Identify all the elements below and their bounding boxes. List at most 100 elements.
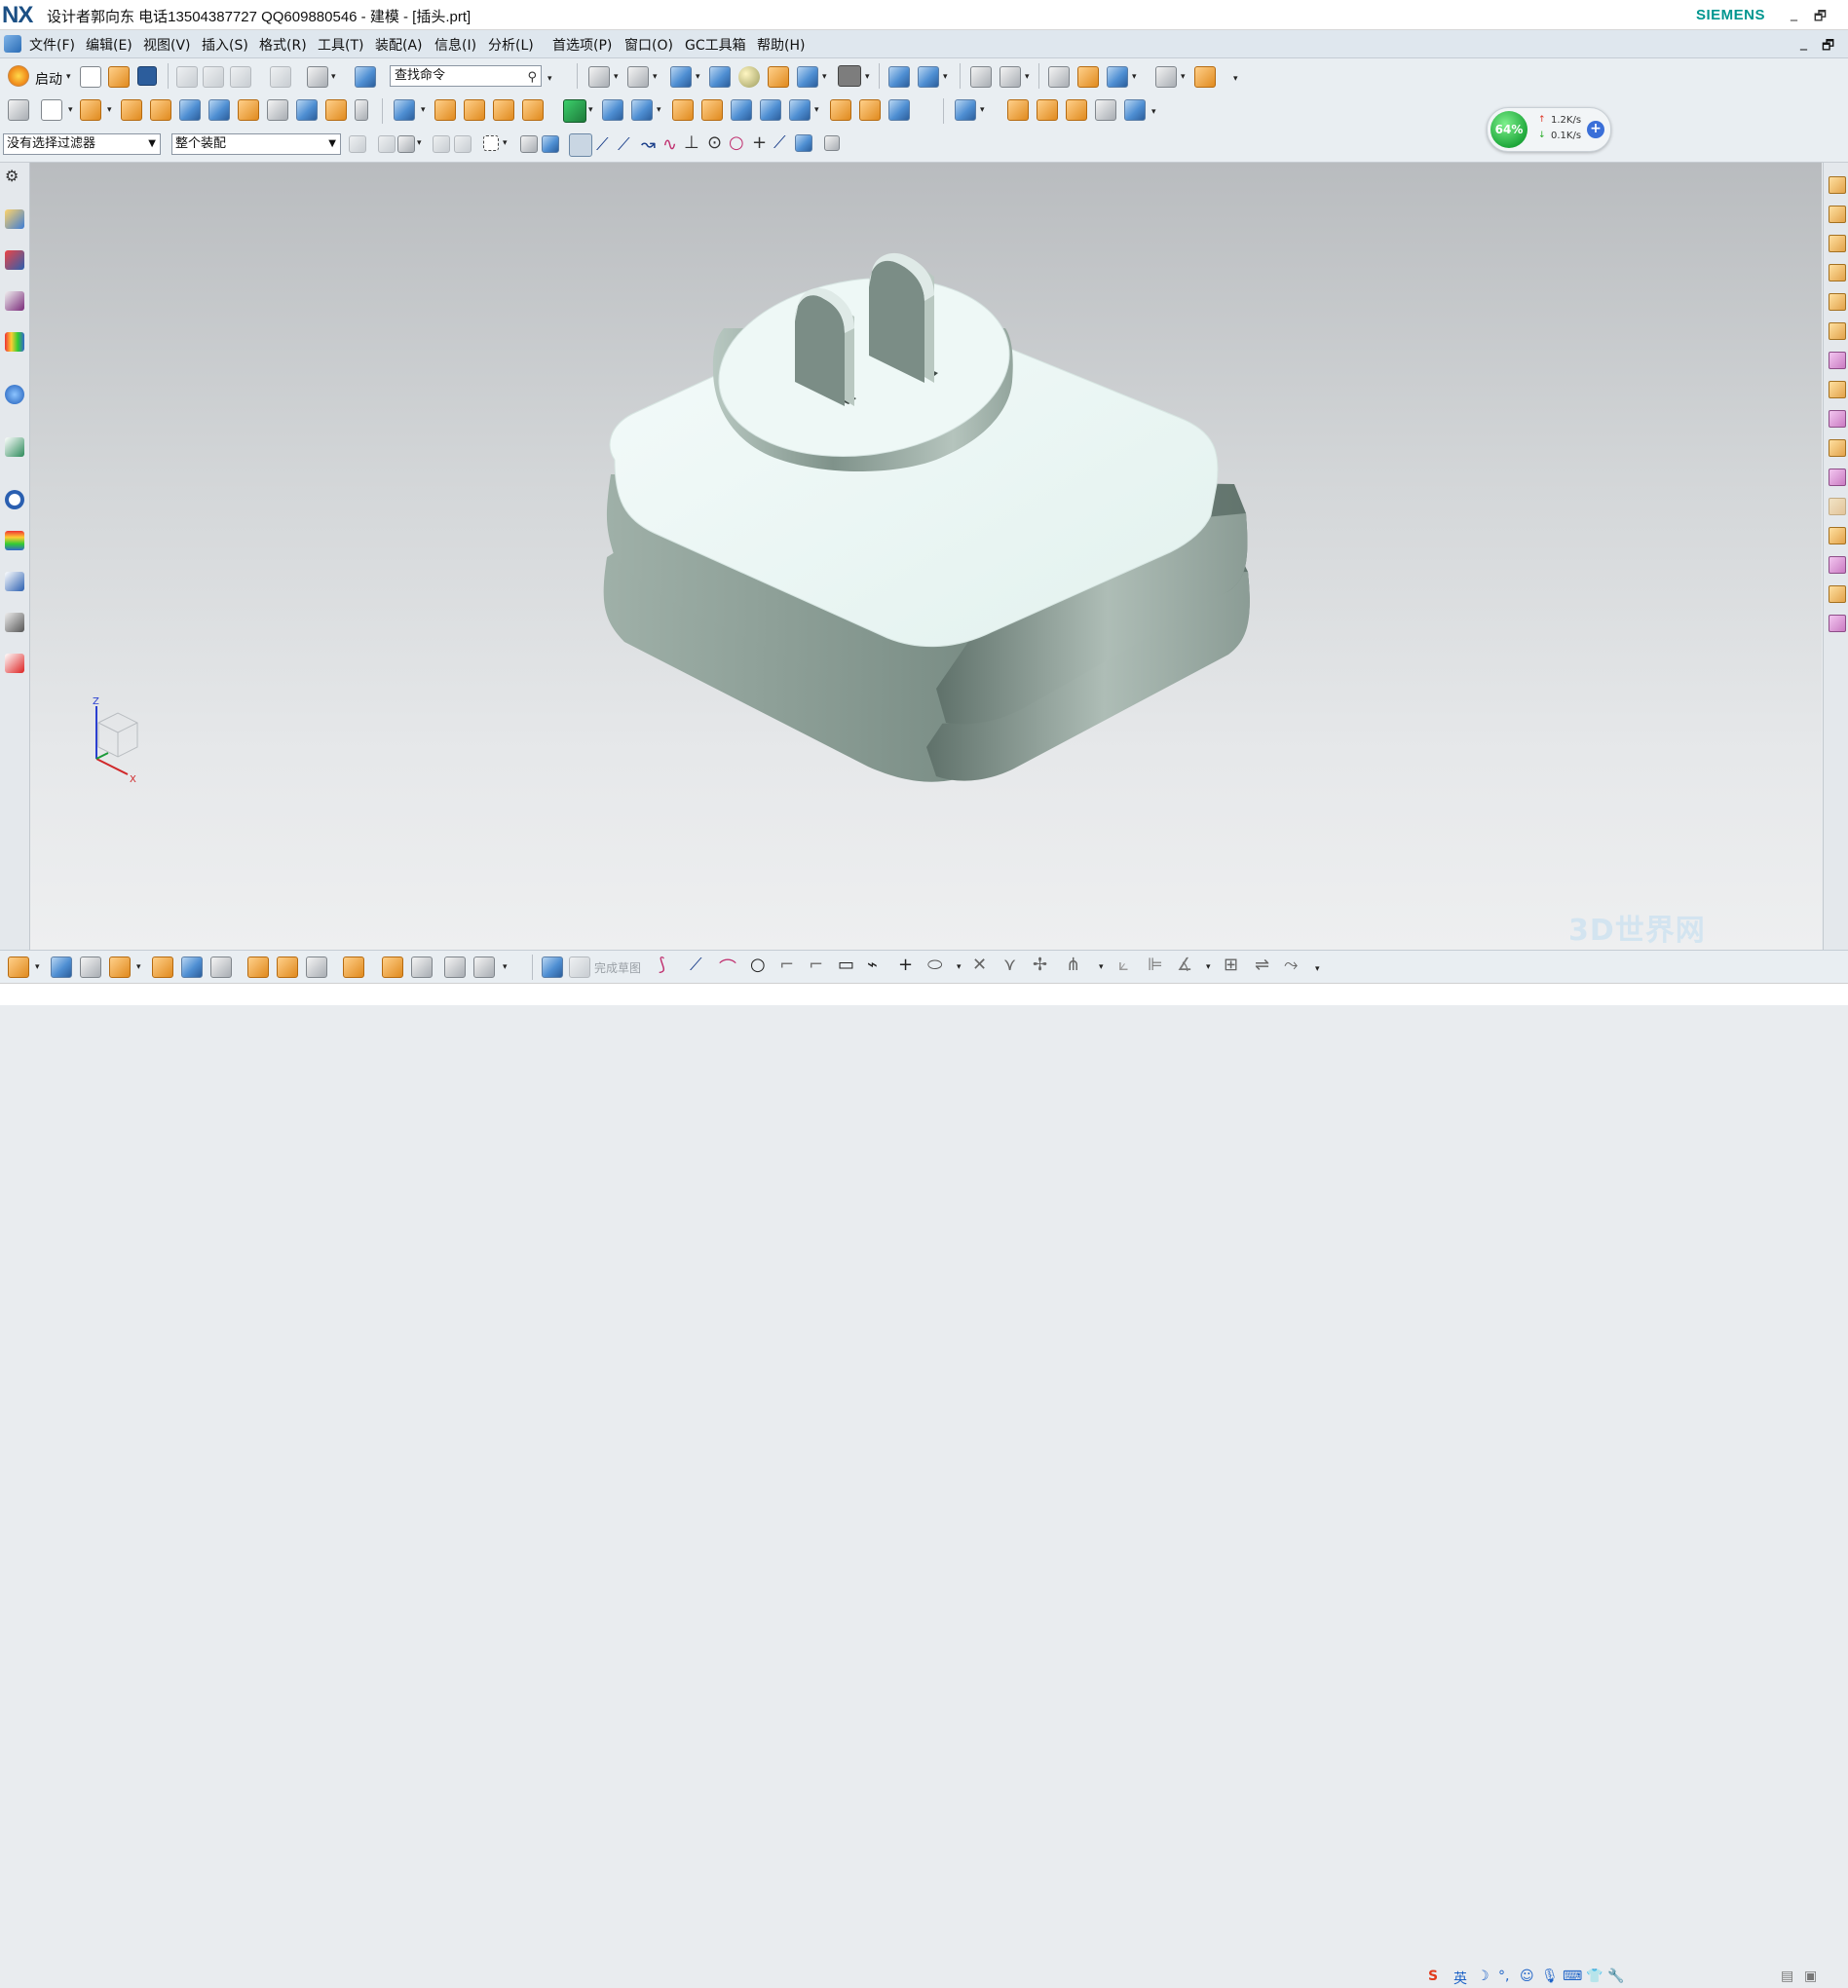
plug-model[interactable]: Z X (30, 163, 1822, 950)
wave-link-icon[interactable] (343, 956, 364, 978)
synchronous-dropdown-icon[interactable]: ▾ (980, 105, 985, 115)
move-component-icon[interactable] (152, 956, 173, 978)
menu-gc-toolbox[interactable]: GC工具箱 (685, 35, 746, 55)
ruler-icon[interactable] (1194, 66, 1216, 88)
arc-icon[interactable]: ⌒ (719, 955, 740, 979)
selection-icon[interactable] (1107, 66, 1128, 88)
display-constraints-icon[interactable]: ⊞ (1224, 955, 1245, 976)
datum-plane-icon[interactable] (41, 99, 62, 121)
sketch-body-icon[interactable] (51, 956, 72, 978)
chamfer-sketch-icon[interactable]: ⌐ (809, 955, 830, 976)
wcs-dropdown-icon[interactable]: ▾ (943, 72, 948, 82)
selection-filter-select[interactable]: 没有选择过滤器 ▼ (3, 133, 161, 155)
wcs-origin-icon[interactable] (888, 66, 910, 88)
sogou-ime-icon[interactable]: S (1428, 1969, 1438, 1984)
palette-item-icon[interactable] (1829, 527, 1846, 544)
constraint-navigator-icon[interactable] (5, 250, 24, 270)
resize-blend-icon[interactable] (1037, 99, 1058, 121)
deselect-icon[interactable] (454, 135, 471, 153)
assembly-navigator-icon[interactable] (5, 209, 24, 229)
system-materials-icon[interactable] (5, 531, 24, 550)
profile-icon[interactable]: ⟆ (659, 955, 680, 976)
groove-icon[interactable] (267, 99, 288, 121)
point-on-curve-snap-icon[interactable]: ○ (729, 132, 750, 154)
palette-item-icon[interactable] (1829, 176, 1846, 194)
line-icon[interactable]: ⟋ (690, 955, 711, 976)
restore-button[interactable]: 🗗 (1814, 6, 1827, 29)
color-dropdown-icon[interactable]: ▾ (865, 72, 870, 82)
minimize-button[interactable]: _ (1791, 6, 1797, 21)
shaded-with-edges-icon[interactable] (627, 66, 649, 88)
new-file-icon[interactable] (80, 66, 101, 88)
menu-window[interactable]: 窗口(O) (624, 35, 673, 55)
sketch-task-icon[interactable] (542, 956, 563, 978)
search-icon[interactable]: ⚲ (527, 68, 537, 88)
expand-plus-button[interactable]: + (1587, 121, 1604, 138)
rectangle-select-icon[interactable] (483, 135, 499, 151)
network-monitor[interactable]: 64% ↑ 1.2K/s ↓ 0.1K/s + (1487, 107, 1611, 152)
pattern-face-icon[interactable] (1095, 99, 1116, 121)
dimension-icon[interactable]: ⟀ (1118, 955, 1140, 976)
keyboard-icon[interactable]: ⌨ (1563, 1969, 1582, 1984)
make-corner-icon[interactable]: ✢ (1033, 955, 1054, 976)
offset-region-icon[interactable] (1124, 99, 1146, 121)
menu-file[interactable]: 文件(F) (29, 35, 75, 55)
select-feature-icon[interactable] (378, 135, 396, 153)
web-browser-icon[interactable] (5, 437, 24, 457)
reference-set-icon[interactable] (473, 956, 495, 978)
copy-icon[interactable] (203, 66, 224, 88)
palette-item-icon[interactable] (1829, 498, 1846, 515)
exploded-view-icon[interactable] (382, 956, 403, 978)
scale-dropdown-icon[interactable]: ▾ (814, 105, 819, 115)
pattern-geometry-icon[interactable] (493, 99, 514, 121)
point-icon[interactable]: + (898, 955, 920, 976)
thread-icon[interactable] (355, 99, 368, 121)
palette-item-icon[interactable] (1829, 206, 1846, 223)
manufacturing-wizards-icon[interactable] (5, 613, 24, 632)
hole-icon[interactable] (150, 99, 171, 121)
palette-item-icon[interactable] (1829, 264, 1846, 281)
face-dropdown-icon[interactable]: ▾ (1151, 107, 1156, 117)
reference-dropdown-icon[interactable]: ▾ (503, 962, 508, 972)
finish-sketch-icon[interactable] (569, 956, 590, 978)
grid-dropdown-icon[interactable]: ▾ (1181, 72, 1186, 82)
start-icon[interactable] (8, 65, 29, 87)
unite-icon[interactable] (394, 99, 415, 121)
highlight-hidden-icon[interactable] (520, 135, 538, 153)
sketch-table-icon[interactable] (80, 956, 101, 978)
menu-preferences[interactable]: 首选项(P) (552, 35, 612, 55)
move-face-icon[interactable] (955, 99, 976, 121)
snap-enable-icon[interactable] (569, 133, 592, 157)
add-component-icon[interactable] (109, 956, 131, 978)
extract-geometry-icon[interactable] (859, 99, 881, 121)
point-on-face-snap-icon[interactable]: ⟋ (773, 132, 795, 154)
boss-icon[interactable] (208, 99, 230, 121)
render-dropdown-icon[interactable]: ▾ (331, 72, 336, 82)
fit-view-icon[interactable] (588, 66, 610, 88)
alternate-solution-icon[interactable]: ⤳ (1284, 955, 1305, 976)
extrude-dropdown-icon[interactable]: ▾ (107, 105, 112, 115)
replace-component-icon[interactable] (306, 956, 327, 978)
touch-mode-icon[interactable] (355, 66, 376, 88)
help-info-icon[interactable] (5, 385, 24, 404)
auto-constraint-icon[interactable]: ∡ (1177, 955, 1198, 976)
menu-view[interactable]: 视图(V) (143, 35, 191, 55)
intersection-snap-icon[interactable]: ∿ (662, 134, 684, 156)
quick-extend-icon[interactable]: ⋎ (1003, 955, 1025, 976)
menu-analysis[interactable]: 分析(L) (488, 35, 534, 55)
palette-item-icon[interactable] (1829, 410, 1846, 428)
sketch-start-icon[interactable] (8, 956, 29, 978)
shade-dropdown-icon[interactable]: ▾ (653, 72, 658, 82)
endpoint-snap-icon[interactable]: ⟋ (596, 134, 618, 156)
pattern-feature-icon[interactable] (434, 99, 456, 121)
snap-intent-icon[interactable] (397, 135, 415, 153)
assembly-constraint-icon[interactable] (181, 956, 203, 978)
edit-dropdown-icon[interactable]: ▾ (1099, 962, 1104, 972)
draft-dropdown-icon[interactable]: ▾ (657, 105, 661, 115)
pad-icon[interactable] (238, 99, 259, 121)
fit-view-dropdown-icon[interactable]: ▾ (614, 72, 619, 82)
cylinder-icon[interactable] (296, 99, 318, 121)
polygon-icon[interactable]: ⌁ (867, 955, 888, 976)
assembly-scope-select[interactable]: 整个装配 ▼ (171, 133, 341, 155)
existing-point-snap-icon[interactable]: + (752, 132, 773, 154)
